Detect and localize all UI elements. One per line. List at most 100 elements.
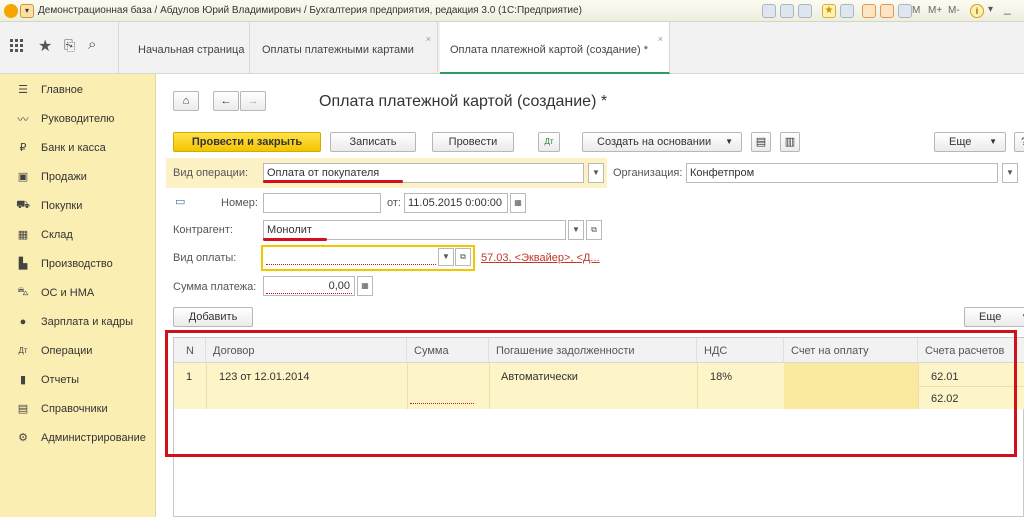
table-row[interactable]: 1 123 от 12.01.2014 Автоматически 18% 62… <box>174 363 1024 409</box>
help-button[interactable]: ? <box>1014 132 1024 152</box>
sidebar-item-reports[interactable]: ▮ Отчеты <box>0 365 156 394</box>
sidebar: ☰ Главное 〰 Руководителю ₽ Банк и касса ▣ Пр… <box>0 74 156 517</box>
tab-bar: ★ ⎘ ⌕ Начальная страница Оплаты платежны… <box>0 22 1024 74</box>
back-button[interactable]: ← <box>213 91 239 111</box>
grid-icon: ▦ <box>17 229 29 241</box>
sidebar-item-purchases[interactable]: ⛟ Покупки <box>0 191 156 220</box>
tab-card-payments[interactable]: Оплаты платежными картами × <box>252 22 438 74</box>
column-header[interactable]: N <box>174 338 206 363</box>
cell-accounts[interactable]: 62.01 62.02 <box>918 363 1024 409</box>
close-icon[interactable]: × <box>426 34 431 44</box>
column-header[interactable]: Счет на оплату <box>784 338 918 363</box>
counterparty-field[interactable]: Монолит <box>263 220 566 240</box>
cell-invoice[interactable] <box>784 363 918 409</box>
required-underline <box>266 264 436 265</box>
column-header[interactable]: Сумма <box>407 338 489 363</box>
memory-minus-button[interactable]: M- <box>948 5 960 16</box>
person-icon: ● <box>19 315 27 328</box>
column-header[interactable]: Счета расчетов <box>918 338 1024 363</box>
home-button[interactable]: ⌂ <box>173 91 199 111</box>
tab-card-payment-create[interactable]: Оплата платежной картой (создание) * × <box>440 22 670 74</box>
payment-type-dropdown-button[interactable]: ▼ <box>438 248 454 266</box>
dt-kt-icon: Дт <box>18 346 28 355</box>
tab-home[interactable]: Начальная страница <box>128 22 250 74</box>
sidebar-item-main[interactable]: ☰ Главное <box>0 75 156 104</box>
save-button[interactable]: Записать <box>330 132 416 152</box>
amount-cell-required-underline <box>410 403 474 404</box>
memory-plus-button[interactable]: M+ <box>928 5 942 16</box>
cell-vat[interactable]: 18% <box>710 371 732 383</box>
apps-grid-icon[interactable] <box>10 39 24 58</box>
account-item: 62.02 <box>931 393 959 405</box>
toolbar-print-icon[interactable] <box>780 4 794 18</box>
counterparty-open-button[interactable]: ⧉ <box>586 220 602 240</box>
open-icon: ⧉ <box>460 252 466 261</box>
tab-label: Начальная страница <box>138 44 245 56</box>
sidebar-item-fixed-assets[interactable]: ⛍ ОС и НМА <box>0 278 156 307</box>
column-header[interactable]: Договор <box>206 338 407 363</box>
sidebar-item-operations[interactable]: Дт Операции <box>0 336 156 365</box>
chevron-down-icon[interactable]: ▾ <box>20 4 34 18</box>
column-header[interactable]: НДС <box>697 338 784 363</box>
print-button[interactable]: ▤ <box>751 132 771 152</box>
sidebar-item-label: Покупки <box>41 199 83 212</box>
window-minimize-icon[interactable]: _ <box>1004 1 1011 15</box>
organization-label: Организация: <box>613 167 683 179</box>
organization-dropdown-button[interactable]: ▼ <box>1002 163 1018 183</box>
dt-kt-button[interactable]: Дт <box>538 132 560 152</box>
toolbar-mail-icon[interactable] <box>798 4 812 18</box>
history-icon[interactable]: ⎘ <box>64 37 75 54</box>
sidebar-item-payroll[interactable]: ● Зарплата и кадры <box>0 307 156 336</box>
sidebar-item-catalogs[interactable]: ▤ Справочники <box>0 394 156 423</box>
date-field[interactable]: 11.05.2015 0:00:00 <box>404 193 508 213</box>
organization-field[interactable]: Конфетпром <box>686 163 998 183</box>
sidebar-item-warehouse[interactable]: ▦ Склад <box>0 220 156 249</box>
book-icon: ▤ <box>17 403 29 415</box>
search-icon[interactable]: ⌕ <box>88 36 96 53</box>
ruble-icon: ₽ <box>19 142 27 154</box>
post-and-close-button[interactable]: Провести и закрыть <box>173 132 321 152</box>
report-button[interactable]: ▥ <box>780 132 800 152</box>
post-button[interactable]: Провести <box>432 132 514 152</box>
sidebar-item-label: ОС и НМА <box>41 286 95 299</box>
star-icon[interactable]: ★ <box>822 4 836 18</box>
sidebar-item-manager[interactable]: 〰 Руководителю <box>0 104 156 133</box>
more-button[interactable]: Еще ▼ <box>934 132 1006 152</box>
sidebar-item-bank[interactable]: ₽ Банк и касса <box>0 133 156 162</box>
factory-icon: ▙ <box>18 258 28 270</box>
cell-contract[interactable]: 123 от 12.01.2014 <box>219 371 309 383</box>
sidebar-item-sales[interactable]: ▣ Продажи <box>0 162 156 191</box>
calendar-icon[interactable] <box>880 4 894 18</box>
table-more-button[interactable]: Еще ▼ <box>964 307 1024 327</box>
close-icon[interactable]: × <box>658 34 663 44</box>
operation-dropdown-button[interactable]: ▼ <box>588 163 604 183</box>
table-more-label: Еще <box>979 311 1002 323</box>
amount-calc-button[interactable]: ▦ <box>357 276 373 296</box>
forward-button[interactable]: → <box>240 91 266 111</box>
cell-debt-repayment[interactable]: Автоматически <box>501 371 578 383</box>
calculator-icon[interactable] <box>862 4 876 18</box>
calendar-button[interactable]: ▦ <box>510 193 526 213</box>
sidebar-item-production[interactable]: ▙ Производство <box>0 249 156 278</box>
minimize-icon[interactable]: ▾ <box>988 4 993 15</box>
toolbar-history-icon[interactable] <box>840 4 854 18</box>
open-icon: ⧉ <box>591 225 597 234</box>
sidebar-item-admin[interactable]: ⚙ Администрирование <box>0 423 156 452</box>
create-based-on-button[interactable]: Создать на основании ▼ <box>582 132 742 152</box>
counterparty-dropdown-button[interactable]: ▼ <box>568 220 584 240</box>
number-label: Номер: <box>221 197 258 209</box>
info-icon[interactable]: i <box>970 4 984 18</box>
account-link[interactable]: 57.03, <Эквайер>, <Д... <box>481 252 600 264</box>
favorites-star-icon[interactable]: ★ <box>38 36 52 56</box>
add-row-button[interactable]: Добавить <box>173 307 253 327</box>
memory-m-button[interactable]: M <box>912 5 920 16</box>
column-header[interactable]: Погашение задолженности <box>489 338 697 363</box>
toolbar-doc-icon[interactable] <box>762 4 776 18</box>
chevron-down-icon: ▼ <box>725 137 733 146</box>
create-based-label: Создать на основании <box>597 136 712 148</box>
cell-n: 1 <box>186 371 193 383</box>
date-label: от: <box>387 197 401 209</box>
toolbar-table-icon[interactable] <box>898 4 912 18</box>
number-field[interactable] <box>263 193 381 213</box>
payment-type-open-button[interactable]: ⧉ <box>455 248 471 266</box>
